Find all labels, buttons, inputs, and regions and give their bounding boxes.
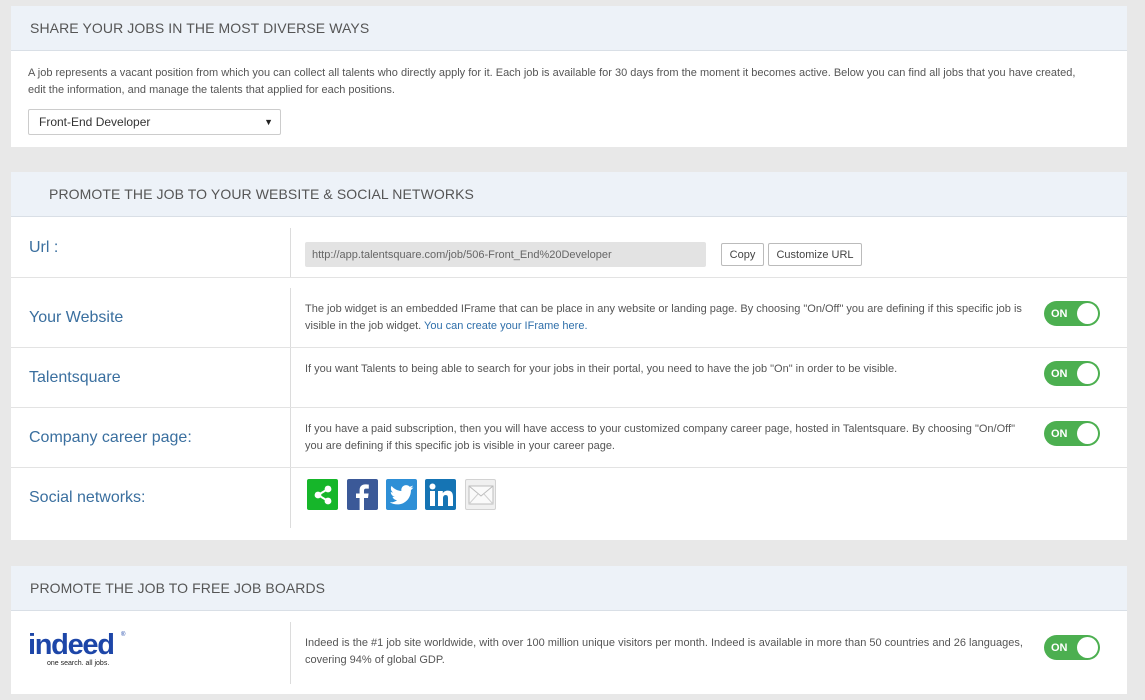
caret-down-icon: ▼ (264, 117, 273, 127)
career-page-description: If you have a paid subscription, then yo… (305, 423, 1015, 452)
social-networks-row: Social networks: (11, 468, 1127, 528)
website-text: The job widget is an embedded IFrame tha… (305, 303, 1022, 332)
toggle-knob (1077, 637, 1098, 658)
indeed-logo-text: indeed (28, 629, 115, 661)
row-divider (290, 622, 291, 684)
toggle-label: ON (1051, 307, 1068, 320)
row-divider (290, 228, 291, 277)
linkedin-icon[interactable] (425, 479, 456, 510)
indeed-description: Indeed is the #1 job site worldwide, wit… (305, 637, 1023, 666)
job-boards-title: PROMOTE THE JOB TO FREE JOB BOARDS (30, 580, 326, 596)
share-icon[interactable] (307, 479, 338, 510)
social-networks-label: Social networks: (29, 489, 146, 506)
job-select-value: Front-End Developer (39, 115, 151, 129)
talentsquare-label: Talentsquare (29, 368, 121, 386)
row-divider (290, 468, 291, 528)
facebook-icon[interactable] (347, 479, 378, 510)
toggle-knob (1077, 303, 1098, 324)
indeed-toggle[interactable]: ON (1044, 635, 1100, 660)
job-boards-card: PROMOTE THE JOB TO FREE JOB BOARDS indee… (11, 566, 1127, 694)
customize-url-button[interactable]: Customize URL (768, 243, 862, 266)
toggle-knob (1077, 363, 1098, 384)
career-page-toggle[interactable]: ON (1044, 421, 1100, 446)
promote-website-card: PROMOTE THE JOB TO YOUR WEBSITE & SOCIAL… (11, 172, 1127, 540)
copy-button[interactable]: Copy (721, 243, 764, 266)
row-divider (290, 288, 291, 347)
row-divider (290, 348, 291, 407)
create-iframe-link[interactable]: You can create your IFrame here. (424, 320, 587, 332)
share-jobs-title: SHARE YOUR JOBS IN THE MOST DIVERSE WAYS (30, 20, 370, 36)
career-page-row: Company career page: If you have a paid … (11, 408, 1127, 468)
twitter-icon[interactable] (386, 479, 417, 510)
email-icon[interactable] (465, 479, 496, 510)
indeed-row: indeed ® one search. all jobs. Indeed is… (11, 612, 1127, 694)
url-row: Url : http://app.talentsquare.com/job/50… (11, 218, 1127, 278)
job-url-field[interactable]: http://app.talentsquare.com/job/506-Fron… (305, 242, 706, 267)
share-jobs-card: SHARE YOUR JOBS IN THE MOST DIVERSE WAYS… (11, 6, 1127, 147)
url-label: Url : (29, 238, 59, 256)
talentsquare-description: If you want Talents to being able to sea… (305, 363, 898, 375)
toggle-label: ON (1051, 367, 1068, 380)
website-toggle[interactable]: ON (1044, 301, 1100, 326)
talentsquare-row: Talentsquare If you want Talents to bein… (11, 348, 1127, 408)
job-boards-header: PROMOTE THE JOB TO FREE JOB BOARDS (11, 566, 1127, 611)
career-page-label: Company career page: (29, 428, 192, 446)
promote-website-title: PROMOTE THE JOB TO YOUR WEBSITE & SOCIAL… (49, 186, 474, 202)
promote-website-header: PROMOTE THE JOB TO YOUR WEBSITE & SOCIAL… (11, 172, 1127, 217)
website-row: Your Website The job widget is an embedd… (11, 288, 1127, 348)
toggle-label: ON (1051, 641, 1068, 654)
toggle-knob (1077, 423, 1098, 444)
website-label: Your Website (29, 308, 124, 326)
share-jobs-description: A job represents a vacant position from … (28, 67, 1076, 96)
indeed-logo-tagline: one search. all jobs. (47, 660, 110, 667)
toggle-label: ON (1051, 427, 1068, 440)
indeed-logo-reg: ® (121, 632, 126, 638)
job-select[interactable]: Front-End Developer ▼ (28, 109, 281, 135)
talentsquare-toggle[interactable]: ON (1044, 361, 1100, 386)
website-description: The job widget is an embedded IFrame tha… (305, 301, 1025, 335)
share-jobs-header: SHARE YOUR JOBS IN THE MOST DIVERSE WAYS (11, 6, 1127, 51)
row-divider (290, 408, 291, 467)
indeed-logo: indeed ® one search. all jobs. (28, 631, 128, 671)
